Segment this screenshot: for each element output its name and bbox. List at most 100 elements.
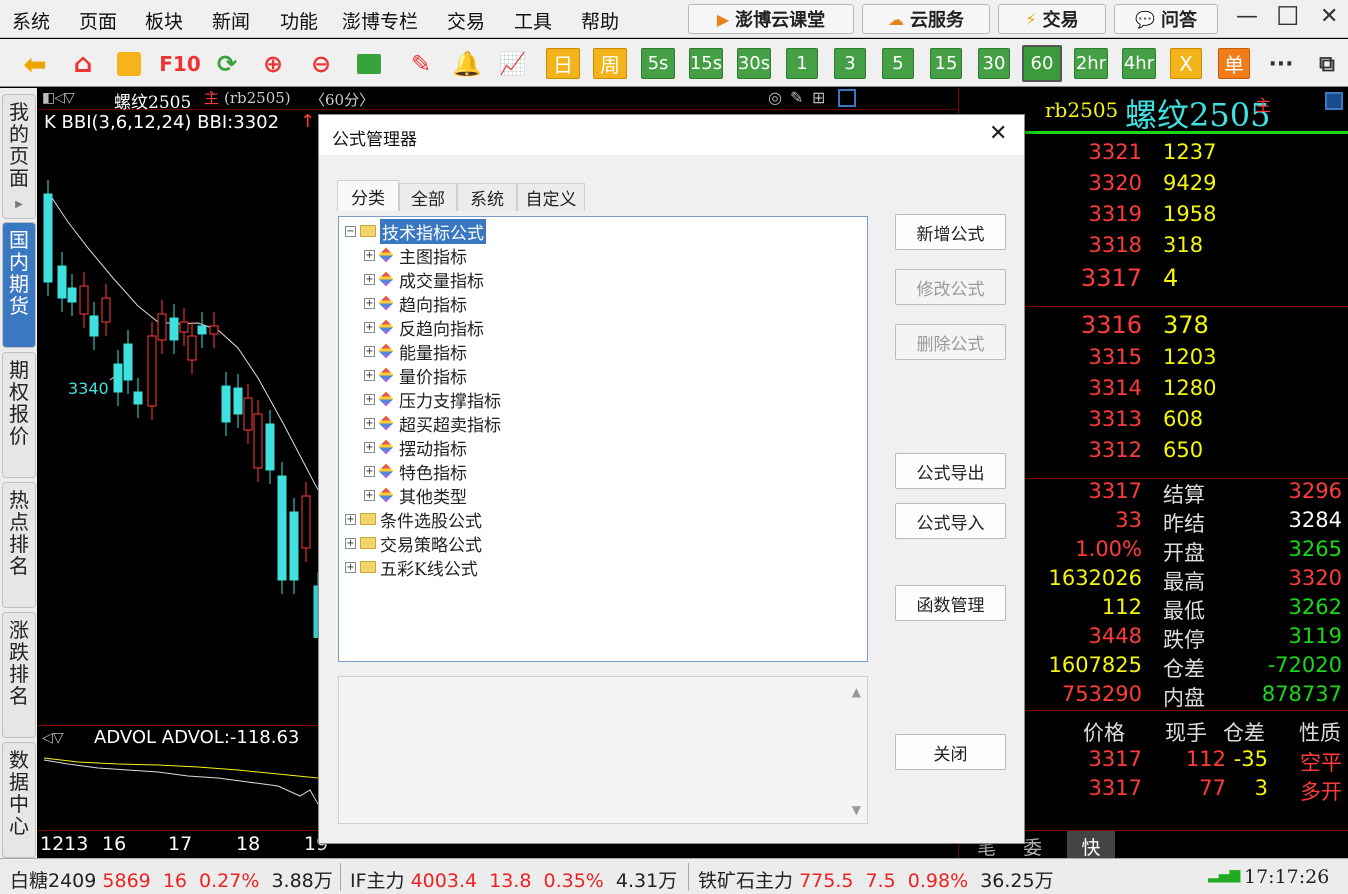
- dialog-close-icon[interactable]: ✕: [989, 121, 1007, 146]
- sidebar-item-hot-ranking[interactable]: 热点排名: [2, 482, 36, 608]
- tree-node-9[interactable]: + 特色指标: [364, 460, 467, 484]
- menu-trade[interactable]: 交易: [447, 7, 485, 34]
- expand-icon[interactable]: +: [364, 249, 375, 261]
- expand-icon[interactable]: +: [364, 297, 375, 309]
- menu-system[interactable]: 系统: [12, 7, 50, 34]
- grid-icon[interactable]: ⊞: [812, 88, 825, 107]
- menu-help[interactable]: 帮助: [581, 7, 619, 34]
- sub-pane-nav-icons[interactable]: ◁▽: [42, 730, 64, 746]
- zoom-in-icon[interactable]: ⊕: [258, 49, 288, 79]
- scroll-up-icon[interactable]: ▲: [852, 685, 861, 699]
- tree-node-8[interactable]: + 摆动指标: [364, 436, 467, 460]
- tree-node-4[interactable]: + 能量指标: [364, 340, 467, 364]
- panel-toggle-icon[interactable]: [838, 89, 856, 107]
- refresh-icon[interactable]: ⟳: [212, 49, 242, 79]
- tree-node-3[interactable]: + 反趋向指标: [364, 316, 484, 340]
- sidebar-item-my-page[interactable]: 我的页面 ▶: [2, 94, 36, 219]
- maximize-icon[interactable]: ☐: [1276, 2, 1299, 32]
- period-15s[interactable]: 15s: [689, 48, 723, 79]
- x-button[interactable]: X: [1170, 48, 1202, 79]
- close-window-icon[interactable]: ✕: [1320, 4, 1338, 29]
- menu-tools[interactable]: 工具: [514, 7, 552, 34]
- period-60[interactable]: 60: [1022, 45, 1062, 82]
- period-1[interactable]: 1: [786, 48, 818, 79]
- tree-node-0[interactable]: + 主图指标: [364, 244, 467, 268]
- menu-column[interactable]: 澎博专栏: [342, 7, 418, 34]
- pen-icon[interactable]: ✎: [406, 49, 436, 79]
- expand-icon[interactable]: +: [364, 345, 375, 357]
- expand-icon[interactable]: +: [345, 561, 356, 573]
- expand-icon[interactable]: +: [364, 369, 375, 381]
- period-2hr[interactable]: 2hr: [1074, 48, 1108, 79]
- period-day[interactable]: 日: [546, 48, 580, 79]
- window-icon[interactable]: [354, 49, 384, 79]
- sidebar-item-change-ranking[interactable]: 涨跌排名: [2, 612, 36, 738]
- tree-node-7[interactable]: + 超买超卖指标: [364, 412, 501, 436]
- period-3[interactable]: 3: [834, 48, 866, 79]
- chart-nav-icons[interactable]: ◧◁▽: [42, 90, 75, 106]
- ticker-iron-ore[interactable]: 铁矿石主力 775.5 7.5 0.98% 36.25万: [698, 866, 1054, 893]
- expand-icon[interactable]: +: [364, 489, 375, 501]
- tree-node-technical[interactable]: − 技术指标公式: [345, 218, 486, 244]
- tree-node-6[interactable]: + 压力支撑指标: [364, 388, 501, 412]
- new-formula-button[interactable]: 新增公式: [895, 214, 1006, 250]
- tree-node-2[interactable]: + 趋向指标: [364, 292, 467, 316]
- eye-icon[interactable]: ◎: [768, 88, 782, 107]
- quote-toggle-icon[interactable]: [1325, 92, 1343, 110]
- sidebar-item-data-center[interactable]: 数据中心: [2, 742, 36, 858]
- function-manage-button[interactable]: 函数管理: [895, 585, 1006, 621]
- chart-up-icon[interactable]: 📈: [498, 49, 528, 79]
- layout-icon[interactable]: ⧉: [1312, 49, 1342, 79]
- tab-fast[interactable]: 快: [1067, 831, 1115, 859]
- export-formula-button[interactable]: 公式导出: [895, 453, 1006, 489]
- cloud-service-button[interactable]: ☁ 云服务: [862, 4, 990, 34]
- minimize-icon[interactable]: —: [1236, 4, 1258, 29]
- period-5s[interactable]: 5s: [641, 48, 675, 79]
- notes-icon[interactable]: [114, 49, 144, 79]
- modify-formula-button[interactable]: 修改公式: [895, 269, 1006, 305]
- tree-node-10[interactable]: + 其他类型: [364, 484, 467, 508]
- cloud-class-button[interactable]: ▶ 澎博云课堂: [688, 4, 854, 34]
- expand-icon[interactable]: +: [345, 513, 356, 525]
- expand-icon[interactable]: +: [364, 273, 375, 285]
- tree-node-1[interactable]: + 成交量指标: [364, 268, 484, 292]
- back-arrow-icon[interactable]: ⬅: [20, 48, 50, 81]
- sidebar-item-domestic-futures[interactable]: 国内期货: [2, 222, 36, 348]
- period-4hr[interactable]: 4hr: [1122, 48, 1156, 79]
- close-dialog-button[interactable]: 关闭: [895, 734, 1006, 770]
- menu-news[interactable]: 新闻: [212, 7, 250, 34]
- zoom-out-icon[interactable]: ⊖: [306, 49, 336, 79]
- period-week[interactable]: 周: [593, 48, 627, 79]
- expand-icon[interactable]: +: [364, 417, 375, 429]
- menu-page[interactable]: 页面: [79, 7, 117, 34]
- tree-node-5[interactable]: + 量价指标: [364, 364, 467, 388]
- expand-icon[interactable]: +: [364, 393, 375, 405]
- ticker-sugar[interactable]: 白糖2409 5869 16 0.27% 3.88万: [10, 866, 333, 893]
- expand-icon[interactable]: +: [364, 321, 375, 333]
- menu-sector[interactable]: 板块: [145, 7, 183, 34]
- tab-category[interactable]: 分类: [337, 180, 399, 211]
- tab-system[interactable]: 系统: [457, 183, 517, 211]
- period-5[interactable]: 5: [882, 48, 914, 79]
- expand-icon[interactable]: +: [364, 441, 375, 453]
- menu-function[interactable]: 功能: [280, 7, 318, 34]
- tab-orders[interactable]: 委: [1023, 833, 1042, 860]
- home-icon[interactable]: ⌂: [68, 49, 98, 79]
- trade-button[interactable]: ⚡ 交易: [998, 4, 1106, 34]
- period-15[interactable]: 15: [930, 48, 962, 79]
- tab-custom[interactable]: 自定义: [517, 183, 585, 211]
- ticker-if[interactable]: IF主力 4003.4 13.8 0.35% 4.31万: [350, 866, 677, 893]
- more-icon[interactable]: ···: [1266, 49, 1296, 79]
- collapse-icon[interactable]: −: [345, 225, 356, 237]
- tree-node-root-2[interactable]: + 五彩K线公式: [345, 556, 478, 580]
- single-order-button[interactable]: 单: [1218, 48, 1250, 79]
- tree-node-root-1[interactable]: + 交易策略公式: [345, 532, 482, 556]
- pen-tool-icon[interactable]: ✎: [790, 88, 803, 107]
- sidebar-item-option-quotes[interactable]: 期权报价: [2, 352, 36, 478]
- qa-button[interactable]: 💬 问答: [1114, 4, 1218, 34]
- scroll-down-icon[interactable]: ▼: [852, 803, 861, 817]
- formula-tree[interactable]: − 技术指标公式 + 主图指标 + 成交量指标 + 趋向指标 + 反趋向指标 + 能量指标 + 量价指…: [338, 216, 868, 662]
- formula-description-box[interactable]: ▲ ▼: [338, 676, 868, 824]
- period-30[interactable]: 30: [978, 48, 1010, 79]
- tree-node-root-0[interactable]: + 条件选股公式: [345, 508, 482, 532]
